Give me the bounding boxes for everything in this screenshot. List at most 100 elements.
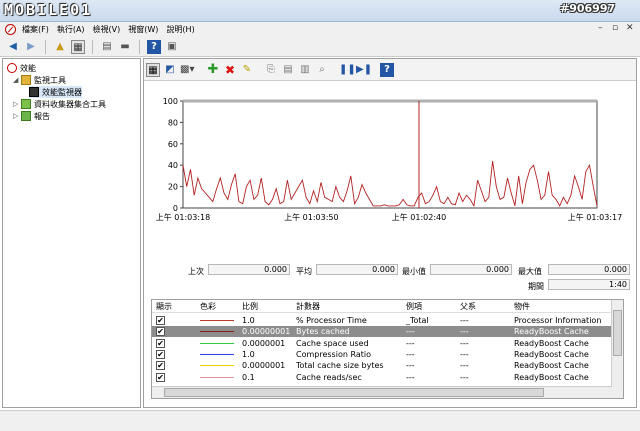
duration-label: 期間 [528,282,544,291]
duration-value: 1:40 [548,279,630,290]
tree-item-data-collector-sets[interactable]: ▷ 資料收集器集合工具 [13,98,106,110]
parent-cell: --- [460,349,469,359]
collapse-arrow-icon[interactable]: ◢ [13,76,21,84]
x-tick-label: 上午 01:03:17 [568,212,622,222]
scale-cell: 0.0000001 [242,361,286,371]
counter-cell: Cache reads/sec [296,372,362,382]
table-row[interactable]: ✔ 0.0000001 Cache space used --- --- ReadyBoo… [152,338,612,349]
table-row[interactable]: ✔ 0.00000001 Bytes cached --- --- ReadyBoost … [152,326,612,338]
y-tick-label: 80 [168,118,178,127]
paste-counter-icon[interactable]: ▤ [281,63,295,77]
tree-item-label: 效能監視器 [42,87,82,97]
scale-cell: 0.0000001 [242,338,286,348]
menu-window[interactable]: 視窗(W) [128,24,166,35]
column-header-scale[interactable]: 比例 [242,300,258,313]
tree-item-reports[interactable]: ▷ 報告 [13,110,50,122]
minimum-label: 最小值 [402,267,426,276]
forward-icon[interactable]: ▶ [24,40,38,54]
tree-item-monitoring-tools[interactable]: ◢ 監視工具 [13,74,66,86]
scale-cell: 0.00000001 [242,327,291,337]
mdi-minimize-button[interactable]: – [598,23,603,33]
show-checkbox[interactable]: ✔ [156,361,165,371]
horizontal-scroll-thumb[interactable] [164,388,544,397]
column-header-counter[interactable]: 計數器 [296,300,320,313]
instance-cell: --- [406,327,415,337]
column-header-color[interactable]: 色彩 [200,300,216,313]
instance-cell: --- [406,338,415,348]
current-activity-icon[interactable]: ▦ [146,62,160,77]
delete-counter-icon[interactable]: ✖ [223,63,237,77]
scale-cell: 1.0 [242,349,255,359]
toolbar-separator [92,39,93,54]
instance-cell: --- [406,349,415,359]
folder-icon [21,75,31,85]
update-data-icon[interactable]: ▶❚ [356,63,372,77]
change-graph-type-icon[interactable]: ▩▾ [180,63,194,77]
report-icon [21,111,31,121]
tree-item-label: 監視工具 [34,75,66,85]
vertical-scrollbar[interactable] [611,300,623,398]
mdi-close-button[interactable]: ✕ [626,23,634,33]
help-icon[interactable]: ? [380,62,394,77]
show-checkbox[interactable]: ✔ [156,327,165,337]
expand-arrow-icon[interactable]: ▷ [13,112,21,120]
app-icon[interactable] [5,24,16,35]
top-hatch-band [183,99,597,103]
tree-item-performance-monitor[interactable]: 效能監視器 [29,86,82,98]
minimum-value: 0.000 [430,264,512,275]
instance-cell: --- [406,361,415,371]
highlight-icon[interactable]: ✎ [240,63,254,77]
tree-item-label: 資料收集器集合工具 [34,99,106,109]
menu-action[interactable]: 執行(A) [57,24,93,35]
y-tick-label: 60 [168,140,178,149]
column-header-show[interactable]: 顯示 [156,300,172,313]
y-tick-label: 20 [168,183,178,192]
log-data-icon[interactable]: ◩ [163,63,177,77]
menu-view[interactable]: 檢視(V) [93,24,129,35]
show-checkbox[interactable]: ✔ [156,372,165,382]
maximum-label: 最大值 [518,267,542,276]
show-checkbox[interactable]: ✔ [156,349,165,359]
export-icon[interactable]: ▬ [118,40,132,54]
console-icon[interactable]: ▣ [165,40,179,54]
freeze-display-icon[interactable]: ❚❚ [339,63,356,77]
column-header-instance[interactable]: 例項 [406,300,422,313]
object-cell: ReadyBoost Cache [514,372,589,382]
site-logo: MOBILE01 [4,1,93,19]
properties-icon[interactable]: ▥ [298,63,312,77]
tree-item-performance[interactable]: 效能 [7,62,36,74]
zoom-icon[interactable]: ⌕ [315,63,329,77]
column-header-object[interactable]: 物件 [514,300,530,313]
status-bar [0,410,640,431]
show-tree-icon[interactable]: ▦ [71,39,85,54]
table-row[interactable]: ✔ 1.0 Compression Ratio --- --- ReadyBoost Ca… [152,349,612,360]
add-counter-icon[interactable]: ✚ [206,62,220,77]
instance-cell: _Total [406,316,429,325]
color-swatch [200,320,234,321]
table-row[interactable]: ✔ 1.0 % Processor Time _Total --- Processor I… [152,315,612,326]
toolbar-separator [139,39,140,54]
menu-file[interactable]: 檔案(F) [22,24,57,35]
menu-help[interactable]: 說明(H) [166,24,202,35]
table-row[interactable]: ✔ 0.1 Cache reads/sec --- --- ReadyBoost Cach… [152,372,612,383]
table-row[interactable]: ✔ 0.0000001 Total cache size bytes --- --- Re… [152,360,612,371]
help-icon[interactable]: ? [147,39,161,54]
show-checkbox[interactable]: ✔ [156,316,165,325]
parent-cell: --- [460,338,469,348]
vertical-scroll-thumb[interactable] [613,310,622,356]
copy-properties-icon[interactable]: ⎘ [264,63,278,77]
x-tick-label: 上午 01:03:50 [284,212,338,222]
expand-arrow-icon[interactable]: ▷ [13,100,21,108]
maximum-value: 0.000 [548,264,630,275]
object-cell: ReadyBoost Cache [514,327,589,337]
up-folder-icon[interactable]: ▲ [53,40,67,54]
properties-icon[interactable]: ▤ [100,40,114,54]
mdi-restore-button[interactable]: ▫ [612,23,618,33]
show-checkbox[interactable]: ✔ [156,338,165,348]
counter-cell: Total cache size bytes [296,361,384,371]
y-tick-label: 0 [173,204,178,213]
column-header-parent[interactable]: 父系 [460,300,476,313]
horizontal-scrollbar[interactable] [152,386,612,398]
back-icon[interactable]: ◀ [6,40,20,54]
